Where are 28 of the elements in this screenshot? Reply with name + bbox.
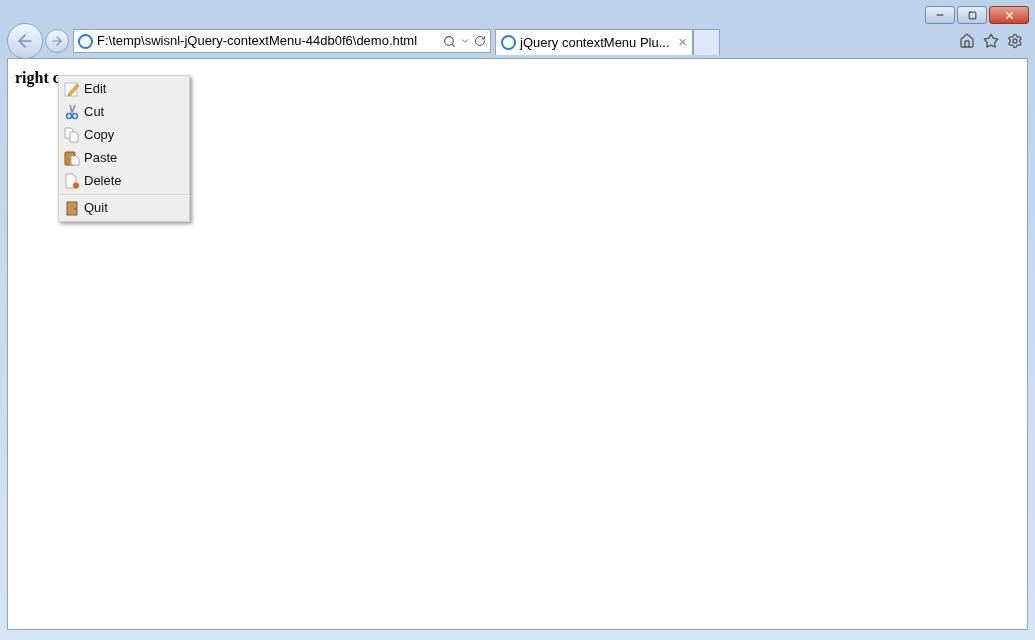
pencil-icon [64,80,80,97]
documents-icon [64,126,80,143]
search-icon[interactable] [443,34,456,48]
maximize-button[interactable] [957,6,987,24]
dropdown-icon[interactable] [460,36,470,46]
menu-item[interactable]: Edit [59,77,189,100]
url-text: F:\temp\swisnl-jQuery-contextMenu-44db0f6\demo.html [97,32,418,51]
home-icon[interactable] [959,33,975,49]
minimize-button[interactable] [925,6,955,24]
star-icon[interactable] [983,33,999,49]
menu-item[interactable]: Paste [59,146,189,169]
settings-icon[interactable] [1007,33,1023,49]
menu-item[interactable]: Cut [59,100,189,123]
address-bar[interactable]: F:\temp\swisnl-jQuery-contextMenu-44db0f6\demo.html [73,29,491,53]
browser-tab[interactable]: jQuery contextMenu Plu... × [495,29,693,55]
door-icon [64,199,80,216]
forward-icon [50,34,64,48]
menu-item[interactable]: Delete [59,169,189,192]
maximize-icon [967,10,977,20]
menu-item[interactable]: Quit [59,194,189,220]
document-delete-icon [64,172,80,189]
refresh-icon[interactable] [474,35,486,47]
close-icon [1003,9,1015,21]
tab-close-button[interactable]: × [678,31,687,54]
close-button[interactable] [989,6,1029,24]
clipboard-icon [64,149,80,166]
menu-item[interactable]: Copy [59,123,189,146]
scissors-icon [64,103,80,120]
